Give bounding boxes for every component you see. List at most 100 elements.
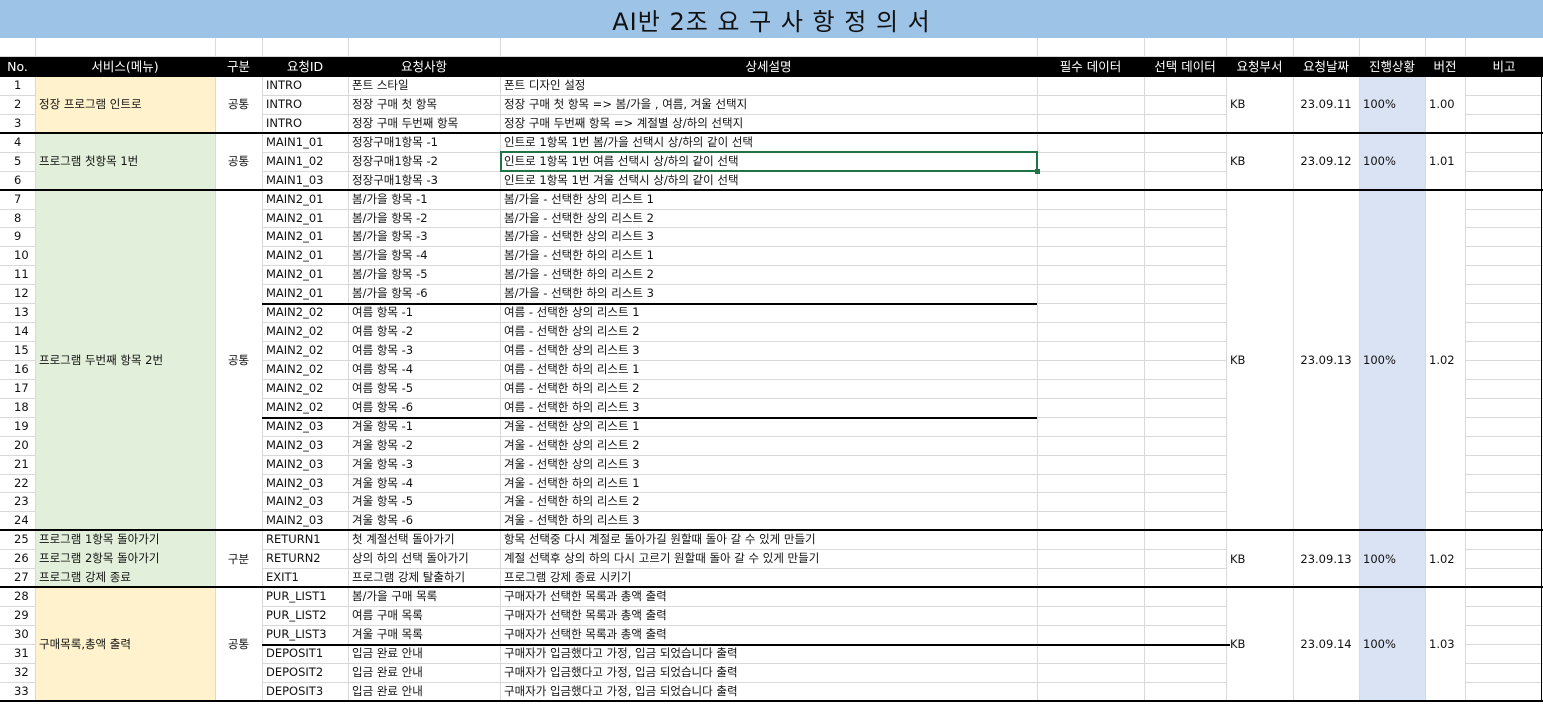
detail-description-cell[interactable]: 여름 - 선택한 상의 리스트 1 bbox=[500, 303, 1037, 322]
row-number[interactable]: 19 bbox=[0, 417, 35, 436]
row-number[interactable]: 26 bbox=[0, 549, 35, 568]
column-header-6[interactable]: 필수 데이터 bbox=[1037, 57, 1144, 76]
request-date-cell[interactable]: 23.09.13 bbox=[1293, 190, 1359, 531]
request-item-cell[interactable]: 봄/가을 항목 -5 bbox=[348, 265, 500, 284]
detail-description-cell[interactable]: 봄/가을 - 선택한 상의 리스트 3 bbox=[500, 227, 1037, 246]
detail-description-cell[interactable]: 겨울 - 선택한 상의 리스트 1 bbox=[500, 417, 1037, 436]
column-header-4[interactable]: 요청사항 bbox=[348, 57, 500, 76]
row-number[interactable]: 1 bbox=[0, 76, 35, 95]
request-item-cell[interactable]: 겨울 구매 목록 bbox=[348, 625, 500, 644]
detail-description-cell[interactable]: 봄/가을 - 선택한 하의 리스트 2 bbox=[500, 265, 1037, 284]
column-header-0[interactable]: No. bbox=[0, 57, 35, 76]
detail-description-cell[interactable]: 겨울 - 선택한 하의 리스트 1 bbox=[500, 474, 1037, 493]
request-id-cell[interactable]: MAIN2_01 bbox=[262, 246, 348, 265]
progress-cell[interactable]: 100% bbox=[1359, 133, 1425, 190]
row-number[interactable]: 27 bbox=[0, 568, 35, 587]
detail-description-cell[interactable]: 봄/가을 - 선택한 하의 리스트 1 bbox=[500, 246, 1037, 265]
detail-description-cell[interactable]: 겨울 - 선택한 하의 리스트 3 bbox=[500, 511, 1037, 530]
column-header-1[interactable]: 서비스(메뉴) bbox=[35, 57, 215, 76]
column-header-3[interactable]: 요청ID bbox=[262, 57, 348, 76]
request-id-cell[interactable]: MAIN2_03 bbox=[262, 492, 348, 511]
progress-cell[interactable]: 100% bbox=[1359, 76, 1425, 133]
request-id-cell[interactable]: MAIN2_01 bbox=[262, 227, 348, 246]
request-id-cell[interactable]: PUR_LIST1 bbox=[262, 587, 348, 606]
detail-description-cell[interactable]: 정장 구매 첫 항목 => 봄/가을 , 여름, 겨울 선택지 bbox=[500, 95, 1037, 114]
row-number[interactable]: 33 bbox=[0, 682, 35, 701]
request-id-cell[interactable]: DEPOSIT2 bbox=[262, 663, 348, 682]
row-number[interactable]: 24 bbox=[0, 511, 35, 530]
row-number[interactable]: 21 bbox=[0, 455, 35, 474]
row-number[interactable]: 9 bbox=[0, 227, 35, 246]
request-item-cell[interactable]: 겨울 항목 -5 bbox=[348, 492, 500, 511]
version-cell[interactable]: 1.02 bbox=[1425, 190, 1465, 531]
request-id-cell[interactable]: MAIN1_02 bbox=[262, 152, 348, 171]
request-item-cell[interactable]: 여름 항목 -3 bbox=[348, 341, 500, 360]
detail-description-cell[interactable]: 프로그램 강제 종료 시키기 bbox=[500, 568, 1037, 587]
detail-description-cell[interactable]: 구매자가 입금했다고 가정, 입금 되었습니다 출력 bbox=[500, 663, 1037, 682]
request-item-cell[interactable]: 입금 완료 안내 bbox=[348, 644, 500, 663]
detail-description-cell[interactable]: 구매자가 입금했다고 가정, 입금 되었습니다 출력 bbox=[500, 682, 1037, 701]
category-cell[interactable]: 구분 bbox=[215, 530, 262, 587]
department-cell[interactable]: KB bbox=[1226, 190, 1293, 531]
row-number[interactable]: 16 bbox=[0, 360, 35, 379]
request-id-cell[interactable]: MAIN2_02 bbox=[262, 360, 348, 379]
row-number[interactable]: 30 bbox=[0, 625, 35, 644]
column-header-9[interactable]: 요청날짜 bbox=[1293, 57, 1359, 76]
detail-description-cell[interactable]: 봄/가을 - 선택한 상의 리스트 2 bbox=[500, 209, 1037, 228]
request-id-cell[interactable]: MAIN2_01 bbox=[262, 190, 348, 209]
row-number[interactable]: 14 bbox=[0, 322, 35, 341]
row-number[interactable]: 2 bbox=[0, 95, 35, 114]
row-number[interactable]: 25 bbox=[0, 530, 35, 549]
detail-description-cell[interactable]: 겨울 - 선택한 상의 리스트 3 bbox=[500, 455, 1037, 474]
request-item-cell[interactable]: 입금 완료 안내 bbox=[348, 682, 500, 701]
request-id-cell[interactable]: MAIN2_02 bbox=[262, 379, 348, 398]
category-cell[interactable]: 공통 bbox=[215, 587, 262, 701]
detail-description-cell[interactable]: 구매자가 선택한 목록과 총액 출력 bbox=[500, 587, 1037, 606]
request-item-cell[interactable]: 봄/가을 항목 -3 bbox=[348, 227, 500, 246]
row-number[interactable]: 6 bbox=[0, 171, 35, 190]
row-number[interactable]: 22 bbox=[0, 474, 35, 493]
row-number[interactable]: 17 bbox=[0, 379, 35, 398]
fill-handle[interactable] bbox=[1035, 168, 1040, 174]
detail-description-cell[interactable]: 계절 선택후 상의 하의 다시 고르기 원할때 돌아 갈 수 있게 만들기 bbox=[500, 549, 1037, 568]
row-number[interactable]: 23 bbox=[0, 492, 35, 511]
category-cell[interactable]: 공통 bbox=[215, 190, 262, 531]
request-item-cell[interactable]: 봄/가을 항목 -6 bbox=[348, 284, 500, 303]
row-number[interactable]: 28 bbox=[0, 587, 35, 606]
detail-description-cell[interactable]: 여름 - 선택한 상의 리스트 2 bbox=[500, 322, 1037, 341]
request-id-cell[interactable]: MAIN2_03 bbox=[262, 474, 348, 493]
service-cell[interactable]: 프로그램 1항목 돌아가기 bbox=[35, 530, 215, 549]
request-id-cell[interactable]: MAIN2_02 bbox=[262, 303, 348, 322]
progress-cell[interactable]: 100% bbox=[1359, 530, 1425, 587]
request-date-cell[interactable]: 23.09.13 bbox=[1293, 530, 1359, 587]
progress-cell[interactable]: 100% bbox=[1359, 190, 1425, 531]
spreadsheet-grid[interactable]: No. 서비스(메뉴) 구분 요청ID 요청사항 상세설명 필수 데이터 선택 데이터 요청부서… bbox=[0, 0, 1543, 706]
column-header-11[interactable]: 버전 bbox=[1425, 57, 1465, 76]
request-id-cell[interactable]: RETURN2 bbox=[262, 549, 348, 568]
version-cell[interactable]: 1.01 bbox=[1425, 133, 1465, 190]
row-number[interactable]: 29 bbox=[0, 606, 35, 625]
department-cell[interactable]: KB bbox=[1226, 76, 1293, 133]
column-header-8[interactable]: 요청부서 bbox=[1226, 57, 1293, 76]
service-cell[interactable]: 프로그램 강제 종료 bbox=[35, 568, 215, 587]
request-item-cell[interactable]: 겨울 항목 -6 bbox=[348, 511, 500, 530]
request-date-cell[interactable]: 23.09.14 bbox=[1293, 587, 1359, 701]
request-id-cell[interactable]: PUR_LIST2 bbox=[262, 606, 348, 625]
row-number[interactable]: 31 bbox=[0, 644, 35, 663]
request-id-cell[interactable]: INTRO bbox=[262, 95, 348, 114]
department-cell[interactable]: KB bbox=[1226, 587, 1293, 701]
request-item-cell[interactable]: 입금 완료 안내 bbox=[348, 663, 500, 682]
request-item-cell[interactable]: 여름 항목 -5 bbox=[348, 379, 500, 398]
request-item-cell[interactable]: 정장 구매 첫 항목 bbox=[348, 95, 500, 114]
request-item-cell[interactable]: 봄/가을 구매 목록 bbox=[348, 587, 500, 606]
category-cell[interactable]: 공통 bbox=[215, 133, 262, 190]
row-number[interactable]: 32 bbox=[0, 663, 35, 682]
service-cell[interactable]: 프로그램 2항목 돌아가기 bbox=[35, 549, 215, 568]
request-id-cell[interactable]: EXIT1 bbox=[262, 568, 348, 587]
version-cell[interactable]: 1.02 bbox=[1425, 530, 1465, 587]
request-item-cell[interactable]: 겨울 항목 -3 bbox=[348, 455, 500, 474]
row-number[interactable]: 11 bbox=[0, 265, 35, 284]
request-id-cell[interactable]: MAIN2_02 bbox=[262, 322, 348, 341]
department-cell[interactable]: KB bbox=[1226, 530, 1293, 587]
column-header-12[interactable]: 비고 bbox=[1465, 57, 1543, 76]
